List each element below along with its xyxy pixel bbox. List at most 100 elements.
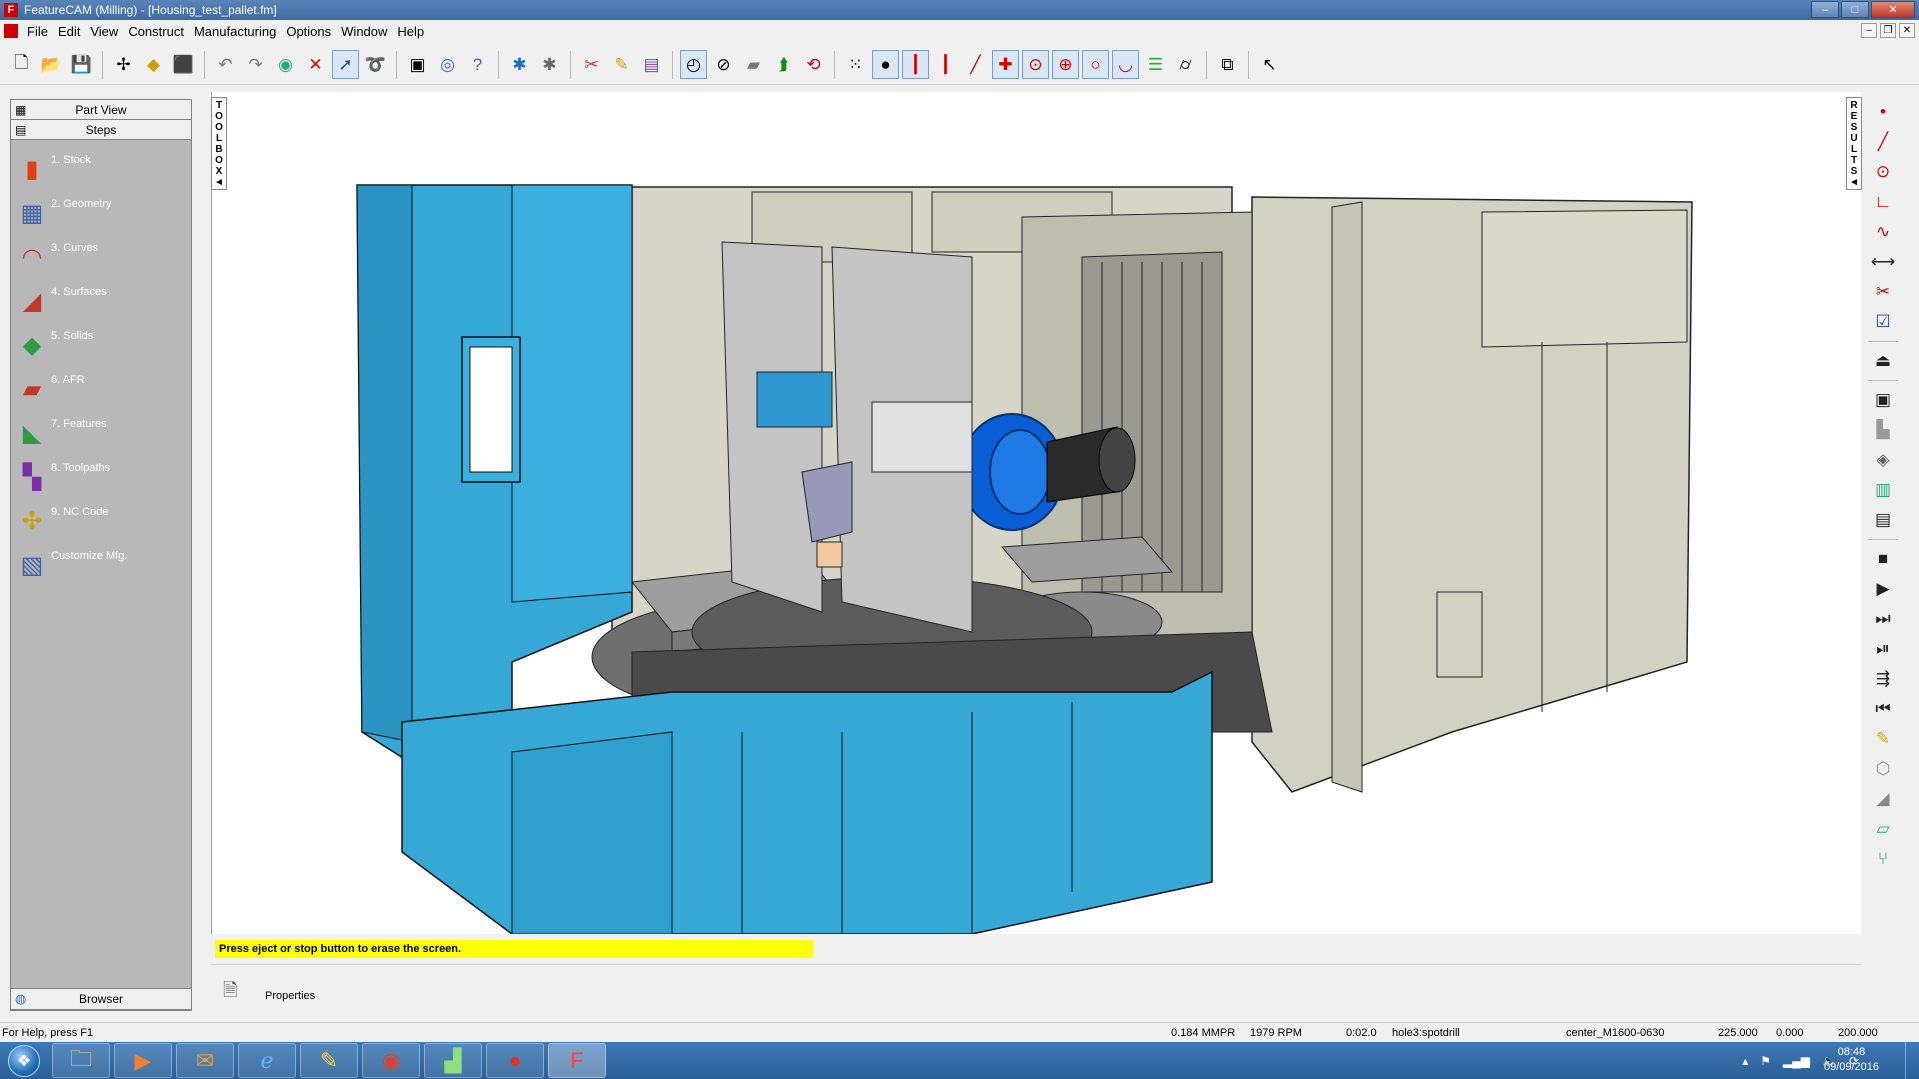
document-icon[interactable]: [4, 24, 18, 38]
eraser-icon[interactable]: ▰: [740, 50, 767, 79]
pointer-icon[interactable]: ➚: [332, 50, 359, 79]
browser-tab[interactable]: ◍ Browser: [10, 988, 192, 1010]
step-toolpaths[interactable]: ▚ 8. Toolpaths: [11, 454, 191, 498]
step-back-icon[interactable]: ⏮: [1868, 694, 1898, 724]
step-forward-icon[interactable]: ⏯: [1868, 634, 1898, 664]
arc-icon[interactable]: ◡: [1112, 50, 1139, 79]
circle-icon[interactable]: ○: [1082, 50, 1109, 79]
eject-icon[interactable]: ⏏: [1868, 346, 1898, 376]
close-button[interactable]: ✕: [1871, 1, 1915, 18]
layer-icon[interactable]: ◆: [140, 50, 167, 79]
undo-icon[interactable]: ↶: [212, 50, 239, 79]
layers-green-icon[interactable]: ☰: [1142, 50, 1169, 79]
redo-icon[interactable]: ↷: [242, 50, 269, 79]
fruit-app-taskbar-icon[interactable]: ●: [486, 1043, 544, 1078]
results-tab[interactable]: R E S U L T S ◄: [1846, 97, 1862, 190]
cylinder-icon[interactable]: ⌭: [1172, 50, 1199, 79]
line-tool-icon[interactable]: ╱: [1868, 127, 1898, 157]
network-icon[interactable]: ⧉: [1214, 50, 1241, 79]
fillet-tool-icon[interactable]: ∟: [1868, 187, 1898, 217]
featurecam-taskbar-icon[interactable]: F: [548, 1043, 606, 1078]
step-features[interactable]: ◣ 7. Features: [11, 410, 191, 454]
wizard-options-icon[interactable]: ✱: [536, 50, 563, 79]
help-icon[interactable]: ?: [464, 50, 491, 79]
menu-help[interactable]: Help: [392, 24, 429, 39]
dimension-tool-icon[interactable]: ⟷: [1868, 247, 1898, 277]
outlook-taskbar-icon[interactable]: ✉: [176, 1043, 234, 1078]
view-simulation-icon[interactable]: ▤: [1868, 505, 1898, 535]
color-wheel-icon[interactable]: ◉: [272, 50, 299, 79]
featurecam-app-icon[interactable]: F: [4, 3, 18, 17]
open-folder-icon[interactable]: 📂: [38, 50, 65, 79]
solid-icon[interactable]: ⬛: [170, 50, 197, 79]
step-surfaces[interactable]: ◢ 4. Surfaces: [11, 278, 191, 322]
properties-icon[interactable]: 🗎: [223, 978, 237, 1008]
step-curves[interactable]: ◠ 3. Curves: [11, 234, 191, 278]
loop-icon[interactable]: ➰: [362, 50, 389, 79]
save-icon[interactable]: 💾: [68, 50, 95, 79]
part-view-tab[interactable]: ▦ Part View: [11, 100, 191, 120]
simulation-icon[interactable]: ◴: [680, 50, 707, 79]
view-machine-icon[interactable]: ▥: [1868, 475, 1898, 505]
spline-tool-icon[interactable]: ∿: [1868, 217, 1898, 247]
step-afr[interactable]: ▰ 6. AFR: [11, 366, 191, 410]
section-view-icon[interactable]: ◢: [1868, 784, 1898, 814]
export-arrow-icon[interactable]: ⮭: [770, 50, 797, 79]
chart-app-taskbar-icon[interactable]: ▟: [424, 1043, 482, 1078]
play-icon[interactable]: ▶: [1868, 574, 1898, 604]
paint-taskbar-icon[interactable]: ✎: [300, 1043, 358, 1078]
line-vertical-icon[interactable]: ┃: [902, 50, 929, 79]
whats-this-icon[interactable]: ↖: [1256, 50, 1283, 79]
new-file-icon[interactable]: 🗋: [8, 50, 35, 79]
step-customize-mfg[interactable]: ▧ Customize Mfg.: [11, 542, 191, 586]
toolbox-tab[interactable]: T O O L B O X ◄: [211, 97, 227, 190]
explorer-taskbar-icon[interactable]: 🗀: [52, 1043, 110, 1078]
compare-icon[interactable]: ▱: [1868, 814, 1898, 844]
media-player-taskbar-icon[interactable]: ▶: [114, 1043, 172, 1078]
doc-close-button[interactable]: ✕: [1899, 23, 1915, 38]
doc-restore-button[interactable]: ❐: [1880, 23, 1896, 38]
fast-forward-icon[interactable]: ⏭: [1868, 604, 1898, 634]
pallet-icon[interactable]: ⟲: [800, 50, 827, 79]
web-help-icon[interactable]: ◎: [434, 50, 461, 79]
stop-icon[interactable]: ■: [1868, 544, 1898, 574]
steps-tab[interactable]: ▤ Steps: [11, 120, 191, 140]
menu-edit[interactable]: Edit: [53, 24, 85, 39]
view-centerline-icon[interactable]: ▣: [1868, 385, 1898, 415]
doc-minimize-button[interactable]: –: [1861, 23, 1877, 38]
step-stock[interactable]: ▮ 1. Stock: [11, 146, 191, 190]
sketch-tool-icon[interactable]: ☑: [1868, 307, 1898, 337]
point-tool-icon[interactable]: •: [1868, 97, 1898, 127]
tools-icon[interactable]: ✎: [608, 50, 635, 79]
trim-tool-icon[interactable]: ✂: [1868, 277, 1898, 307]
menu-construct[interactable]: Construct: [123, 24, 189, 39]
menu-options[interactable]: Options: [281, 24, 336, 39]
menu-manufacturing[interactable]: Manufacturing: [189, 24, 281, 39]
machine-icon[interactable]: ▤: [638, 50, 665, 79]
graphics-viewport[interactable]: [211, 92, 1861, 934]
circle-center-icon[interactable]: ⊙: [1022, 50, 1049, 79]
step-nc-code[interactable]: ✣ 9. NC Code: [11, 498, 191, 542]
minimize-button[interactable]: –: [1811, 1, 1839, 18]
view-3d-icon[interactable]: ◈: [1868, 445, 1898, 475]
menu-view[interactable]: View: [85, 24, 123, 39]
point-icon[interactable]: ●: [872, 50, 899, 79]
delete-icon[interactable]: ✕: [302, 50, 329, 79]
crosshair-icon[interactable]: ✚: [992, 50, 1019, 79]
menu-window[interactable]: Window: [336, 24, 392, 39]
circle-cross-icon[interactable]: ⊕: [1052, 50, 1079, 79]
chrome-taskbar-icon[interactable]: ◉: [362, 1043, 420, 1078]
line-icon[interactable]: ┃: [932, 50, 959, 79]
internet-explorer-taskbar-icon[interactable]: ℯ: [238, 1043, 296, 1078]
center-line-icon[interactable]: ⊘: [710, 50, 737, 79]
network-signal-icon[interactable]: ▂▄▆: [1783, 1054, 1810, 1068]
stock-view-icon[interactable]: ⬡: [1868, 754, 1898, 784]
flag-icon[interactable]: ⚑: [1760, 1054, 1771, 1068]
view-2d-icon[interactable]: ▙: [1868, 415, 1898, 445]
menu-file[interactable]: File: [22, 24, 53, 39]
toolpath-icon[interactable]: ✂: [578, 50, 605, 79]
step-list-icon[interactable]: ⇶: [1868, 664, 1898, 694]
wizard-icon[interactable]: ✱: [506, 50, 533, 79]
maximize-button[interactable]: □: [1841, 1, 1869, 18]
diagonal-line-icon[interactable]: ╱: [962, 50, 989, 79]
